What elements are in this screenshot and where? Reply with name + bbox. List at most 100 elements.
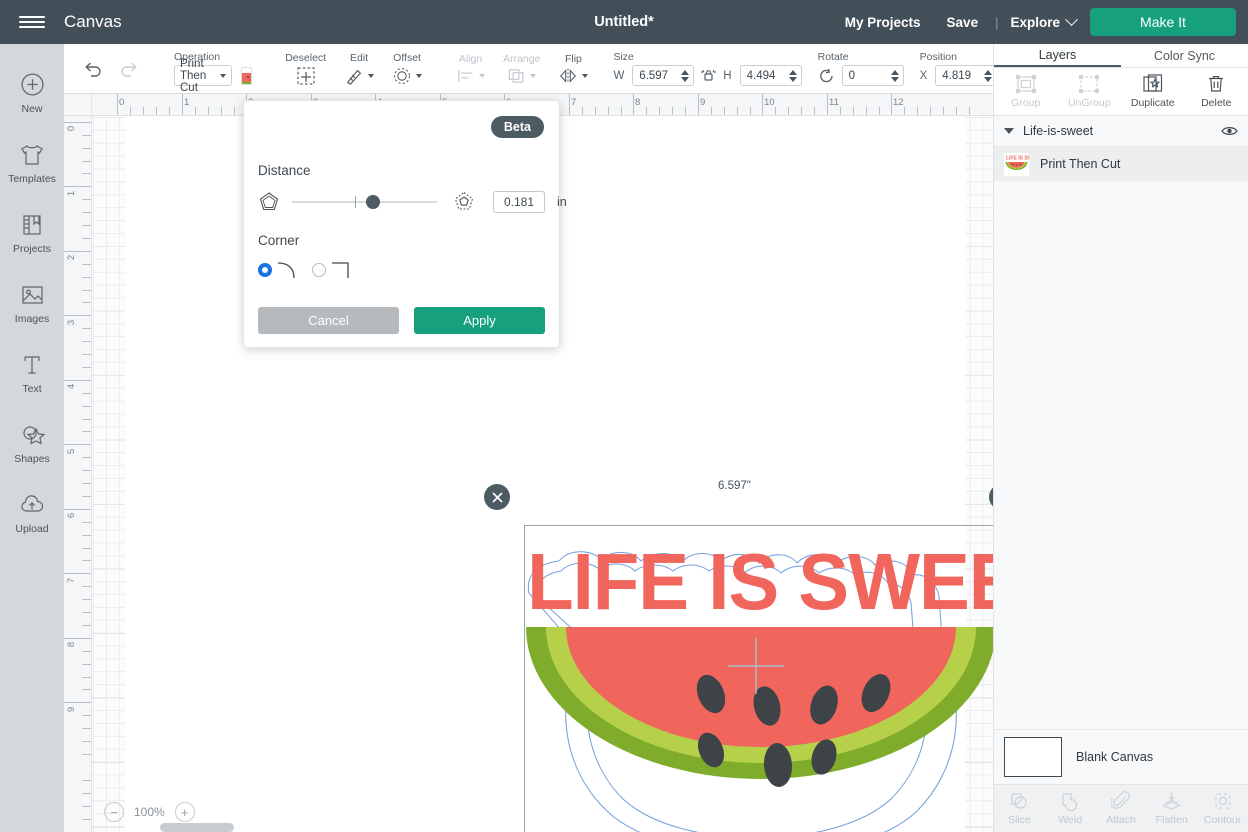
save-button[interactable]: Save [934, 15, 992, 30]
chevron-down-icon[interactable] [1004, 128, 1014, 134]
slice-button[interactable]: Slice [994, 785, 1045, 832]
sidebar-item-projects[interactable]: Projects [0, 198, 64, 268]
arrange-button[interactable]: Arrange [494, 53, 549, 85]
corner-round-option[interactable] [258, 261, 298, 279]
explore-label: Explore [1010, 14, 1060, 30]
ruler-tick: 0 [119, 97, 125, 108]
x-input[interactable] [942, 69, 983, 82]
align-button[interactable]: Align [447, 53, 494, 85]
delete-handle[interactable] [484, 484, 510, 510]
redo-icon[interactable] [118, 60, 140, 78]
x-input-wrap[interactable] [935, 65, 993, 86]
duplicate-button[interactable]: Duplicate [1121, 68, 1185, 115]
cancel-button[interactable]: Cancel [258, 307, 399, 334]
undo-redo-group [64, 60, 152, 78]
sidebar-item-shapes[interactable]: Shapes [0, 408, 64, 478]
left-sidebar: New Templates Projects Images Text Shape… [0, 44, 64, 832]
lock-aspect-ratio-toggle[interactable] [700, 68, 717, 84]
plus-icon[interactable]: + [174, 802, 195, 822]
flatten-button[interactable]: Flatten [1146, 785, 1197, 832]
radio-sharp-corner[interactable] [312, 263, 326, 277]
sidebar-item-label: Text [22, 382, 42, 395]
operation-value: Print Then Cut [180, 57, 207, 94]
deselect-label: Deselect [285, 51, 327, 64]
slider-knob[interactable] [366, 195, 380, 209]
x-stepper[interactable] [984, 69, 993, 82]
distance-input[interactable] [493, 191, 545, 213]
operation-dropdown[interactable]: Print Then Cut [174, 58, 232, 93]
width-stepper[interactable] [681, 69, 691, 82]
apply-button[interactable]: Apply [414, 307, 545, 334]
edit-button[interactable]: Edit [335, 52, 383, 86]
page-title: Canvas [64, 12, 122, 31]
my-projects-link[interactable]: My Projects [832, 15, 934, 30]
rotate-label: Rotate [817, 51, 849, 63]
width-input[interactable] [639, 69, 680, 82]
hamburger-icon[interactable] [0, 0, 64, 44]
radio-round-corner[interactable] [258, 263, 272, 277]
group-button[interactable]: Group [994, 68, 1058, 115]
shapes-icon [19, 422, 45, 448]
attach-button[interactable]: Attach [1096, 785, 1147, 832]
sidebar-item-images[interactable]: Images [0, 268, 64, 338]
shape-op-label: Slice [1008, 814, 1031, 826]
flip-button[interactable]: Flip [549, 53, 597, 85]
layer-row[interactable]: LIFE IS SWEET Print Then Cut [994, 147, 1248, 181]
ruler-tick: 4 [66, 383, 78, 390]
sidebar-item-label: Images [14, 312, 50, 325]
corner-sharp-option[interactable] [312, 261, 352, 279]
tab-layers[interactable]: Layers [994, 44, 1121, 67]
ruler-tick: 8 [635, 97, 641, 108]
sidebar-item-templates[interactable]: Templates [0, 128, 64, 198]
canvas-background-row[interactable]: Blank Canvas [994, 729, 1248, 784]
eye-icon[interactable] [1221, 125, 1238, 137]
svg-text:LIFE IS SWEET: LIFE IS SWEET [1006, 155, 1029, 161]
undo-icon[interactable] [82, 60, 104, 78]
ruler-tick: 8 [66, 641, 78, 648]
plus-circle-icon [19, 72, 45, 98]
ruler-tick: 9 [66, 706, 78, 713]
sidebar-item-text[interactable]: Text [0, 338, 64, 408]
flip-label: Flip [564, 52, 582, 65]
edit-toolbar: Operation Print Then Cut Deselect Edit O… [64, 44, 993, 94]
make-it-button[interactable]: Make It [1090, 8, 1236, 36]
artwork-text: LIFE IS SWEET [527, 537, 993, 627]
rotate-input-wrap[interactable] [841, 65, 904, 86]
canvas-swatch[interactable] [1004, 737, 1062, 777]
operation-color-swatch[interactable] [240, 66, 253, 85]
canvas-swatch-label: Blank Canvas [1076, 750, 1154, 764]
distance-slider[interactable] [292, 195, 437, 209]
sidebar-item-new[interactable]: New [0, 58, 64, 128]
edit-label: Edit [350, 51, 369, 64]
position-group: Position X Y [920, 44, 993, 93]
layer-action-label: Delete [1201, 97, 1232, 109]
height-stepper[interactable] [788, 69, 799, 82]
height-input[interactable] [746, 69, 787, 82]
deselect-button[interactable]: Deselect [276, 52, 335, 86]
shape-op-label: Attach [1106, 814, 1136, 826]
sidebar-item-label: Projects [13, 242, 51, 255]
tab-color-sync[interactable]: Color Sync [1121, 44, 1248, 67]
ruler-tick: 7 [571, 97, 577, 108]
ungroup-button[interactable]: UnGroup [1058, 68, 1122, 115]
delete-button[interactable]: Delete [1185, 68, 1248, 115]
ruler-tick: 12 [893, 97, 904, 108]
sidebar-item-label: Shapes [14, 452, 50, 465]
horizontal-scrollbar[interactable] [160, 823, 234, 832]
layer-group-header[interactable]: Life-is-sweet [994, 116, 1248, 147]
watermelon-artwork[interactable]: LIFE IS SWEET [524, 525, 993, 832]
sidebar-item-label: New [21, 102, 43, 115]
sidebar-item-upload[interactable]: Upload [0, 478, 64, 548]
contour-button[interactable]: Contour [1197, 785, 1248, 832]
explore-machine-selector[interactable]: Explore [1002, 12, 1090, 30]
rotate-input[interactable] [848, 69, 889, 82]
right-panel: Layers Color Sync Group UnGroup Duplicat… [993, 44, 1248, 832]
rotate-stepper[interactable] [890, 69, 901, 82]
cricut-design-space-app: Canvas Untitled* My Projects Save | Expl… [0, 0, 1248, 832]
offset-button[interactable]: Offset [383, 52, 431, 86]
minus-icon[interactable]: − [104, 802, 124, 822]
height-input-wrap[interactable] [739, 65, 802, 86]
weld-button[interactable]: Weld [1045, 785, 1096, 832]
shape-op-label: Weld [1058, 814, 1083, 826]
width-input-wrap[interactable] [632, 65, 695, 86]
